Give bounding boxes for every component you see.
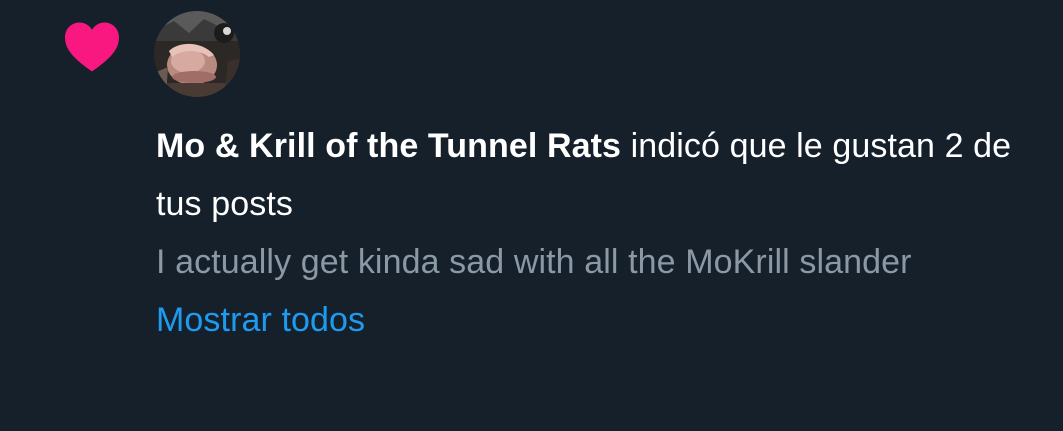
post-preview-text[interactable]: I actually get kinda sad with all the Mo… [156,233,1036,291]
notification-content: Mo & Krill of the Tunnel Rats indicó que… [156,117,1036,349]
like-notification[interactable]: Mo & Krill of the Tunnel Rats indicó que… [0,0,1063,431]
notification-headline: Mo & Krill of the Tunnel Rats indicó que… [156,117,1036,233]
heart-icon [62,18,122,74]
show-all-link[interactable]: Mostrar todos [156,291,365,349]
actor-name-link[interactable]: Mo & Krill of the Tunnel Rats [156,127,621,165]
user-avatar[interactable] [154,11,240,97]
